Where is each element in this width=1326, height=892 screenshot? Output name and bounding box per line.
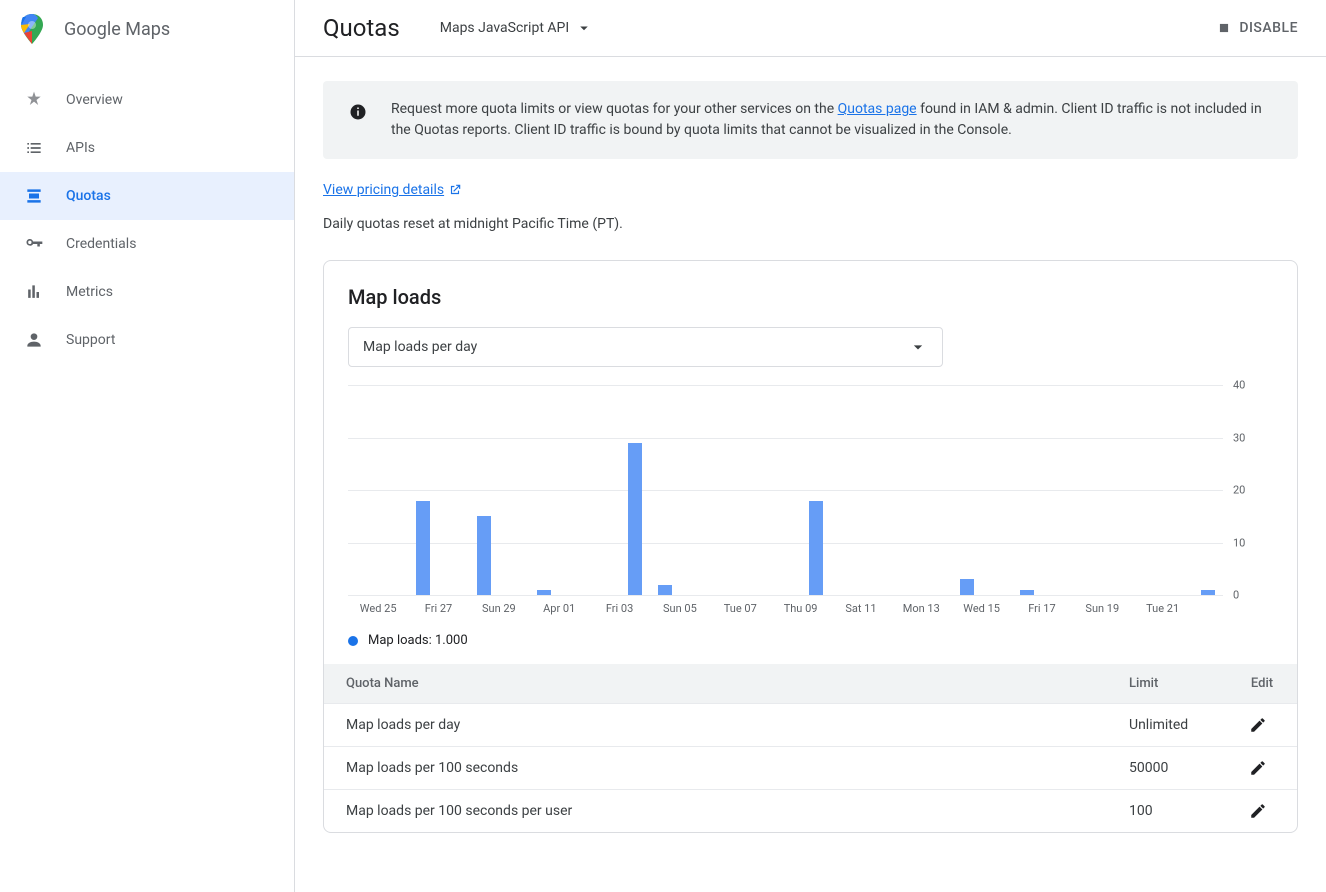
disable-label: DISABLE	[1239, 20, 1298, 36]
y-tick: 0	[1233, 589, 1273, 602]
x-tick: Fri 27	[408, 602, 468, 615]
edit-icon[interactable]	[1249, 716, 1275, 734]
y-tick: 10	[1233, 536, 1273, 549]
sidebar-item-label: Overview	[66, 92, 123, 108]
chart-bar[interactable]	[477, 516, 491, 595]
sidebar-item-apis[interactable]: APIs	[0, 124, 294, 172]
table-row: Map loads per dayUnlimited	[324, 704, 1297, 747]
main: Quotas Maps JavaScript API DISABLE	[295, 0, 1326, 892]
quota-limit-cell: 50000	[1107, 747, 1227, 790]
x-tick: Mon 13	[891, 602, 951, 615]
page-title: Quotas	[323, 14, 400, 42]
quotas-icon	[24, 186, 44, 206]
stop-icon	[1217, 21, 1231, 35]
x-tick: Wed 15	[951, 602, 1011, 615]
key-icon	[24, 234, 44, 254]
x-tick: Fri 03	[589, 602, 649, 615]
disable-button[interactable]: DISABLE	[1217, 20, 1298, 36]
external-link-icon	[448, 183, 462, 197]
sidebar-nav: Overview APIs Quotas Credentials	[0, 76, 294, 364]
list-icon	[24, 138, 44, 158]
y-tick: 40	[1233, 379, 1273, 392]
chevron-down-icon	[575, 19, 593, 37]
x-tick: Sun 19	[1072, 602, 1132, 615]
metric-dropdown[interactable]: Map loads per day	[348, 327, 943, 367]
table-header-limit: Limit	[1107, 664, 1227, 704]
chevron-down-icon	[908, 337, 928, 357]
edit-icon[interactable]	[1249, 759, 1275, 777]
map-loads-card: Map loads Map loads per day 0 10 20 30 40 Wed…	[323, 260, 1298, 833]
quota-limit-cell: Unlimited	[1107, 704, 1227, 747]
x-tick: Sun 05	[650, 602, 710, 615]
table-header-edit: Edit	[1227, 664, 1297, 704]
chart-bar[interactable]	[960, 579, 974, 595]
chart-bar[interactable]	[537, 590, 551, 595]
dropdown-label: Map loads per day	[363, 339, 477, 355]
x-tick: Thu 09	[770, 602, 830, 615]
quota-edit-cell	[1227, 790, 1297, 833]
x-tick: Tue 21	[1132, 602, 1192, 615]
google-maps-logo-icon	[20, 14, 44, 44]
info-banner: Request more quota limits or view quotas…	[323, 81, 1298, 159]
content: Request more quota limits or view quotas…	[295, 57, 1326, 892]
reset-text: Daily quotas reset at midnight Pacific T…	[323, 216, 1298, 232]
sidebar-item-label: Support	[66, 332, 115, 348]
chart-bar[interactable]	[628, 443, 642, 595]
quota-limit-cell: 100	[1107, 790, 1227, 833]
info-banner-text: Request more quota limits or view quotas…	[391, 99, 1272, 141]
sidebar: Google Maps Overview APIs Quotas	[0, 0, 295, 892]
sidebar-item-label: Credentials	[66, 236, 136, 252]
chart-bar[interactable]	[1201, 590, 1215, 595]
chart-bar[interactable]	[1020, 590, 1034, 595]
chart-bar[interactable]	[416, 501, 430, 596]
sidebar-item-label: APIs	[66, 140, 95, 156]
x-tick: Fri 17	[1012, 602, 1072, 615]
table-header-name: Quota Name	[324, 664, 1107, 704]
sidebar-item-label: Metrics	[66, 284, 113, 300]
card-title: Map loads	[324, 285, 1297, 327]
chart-bar[interactable]	[658, 585, 672, 596]
x-tick: Tue 07	[710, 602, 770, 615]
quota-edit-cell	[1227, 747, 1297, 790]
x-tick: Apr 01	[529, 602, 589, 615]
info-icon	[349, 99, 367, 141]
quota-name-cell: Map loads per 100 seconds per user	[324, 790, 1107, 833]
api-select-label: Maps JavaScript API	[440, 20, 569, 36]
api-select[interactable]: Maps JavaScript API	[440, 19, 593, 37]
chart-legend: Map loads: 1.000	[324, 627, 1297, 664]
chart-bar[interactable]	[809, 501, 823, 596]
y-tick: 20	[1233, 484, 1273, 497]
x-tick: Wed 25	[348, 602, 408, 615]
quota-name-cell: Map loads per day	[324, 704, 1107, 747]
overview-icon	[24, 90, 44, 110]
legend-label: Map loads: 1.000	[368, 633, 468, 648]
person-icon	[24, 330, 44, 350]
quota-table: Quota Name Limit Edit Map loads per dayU…	[324, 664, 1297, 832]
edit-icon[interactable]	[1249, 802, 1275, 820]
view-pricing-link[interactable]: View pricing details	[323, 182, 462, 198]
sidebar-item-metrics[interactable]: Metrics	[0, 268, 294, 316]
sidebar-header: Google Maps	[0, 0, 294, 58]
x-tick: Sat 11	[831, 602, 891, 615]
sidebar-item-credentials[interactable]: Credentials	[0, 220, 294, 268]
sidebar-item-quotas[interactable]: Quotas	[0, 172, 294, 220]
x-tick: Sun 29	[469, 602, 529, 615]
quotas-page-link[interactable]: Quotas page	[838, 101, 917, 117]
chart: 010203040Wed 25Fri 27Sun 29Apr 01Fri 03S…	[324, 385, 1297, 627]
y-tick: 30	[1233, 431, 1273, 444]
sidebar-item-label: Quotas	[66, 188, 111, 204]
table-row: Map loads per 100 seconds per user100	[324, 790, 1297, 833]
topbar: Quotas Maps JavaScript API DISABLE	[295, 0, 1326, 57]
quota-edit-cell	[1227, 704, 1297, 747]
sidebar-item-overview[interactable]: Overview	[0, 76, 294, 124]
bar-chart-icon	[24, 282, 44, 302]
table-row: Map loads per 100 seconds50000	[324, 747, 1297, 790]
quota-name-cell: Map loads per 100 seconds	[324, 747, 1107, 790]
sidebar-item-support[interactable]: Support	[0, 316, 294, 364]
product-title: Google Maps	[64, 19, 170, 40]
legend-dot-icon	[348, 636, 358, 646]
